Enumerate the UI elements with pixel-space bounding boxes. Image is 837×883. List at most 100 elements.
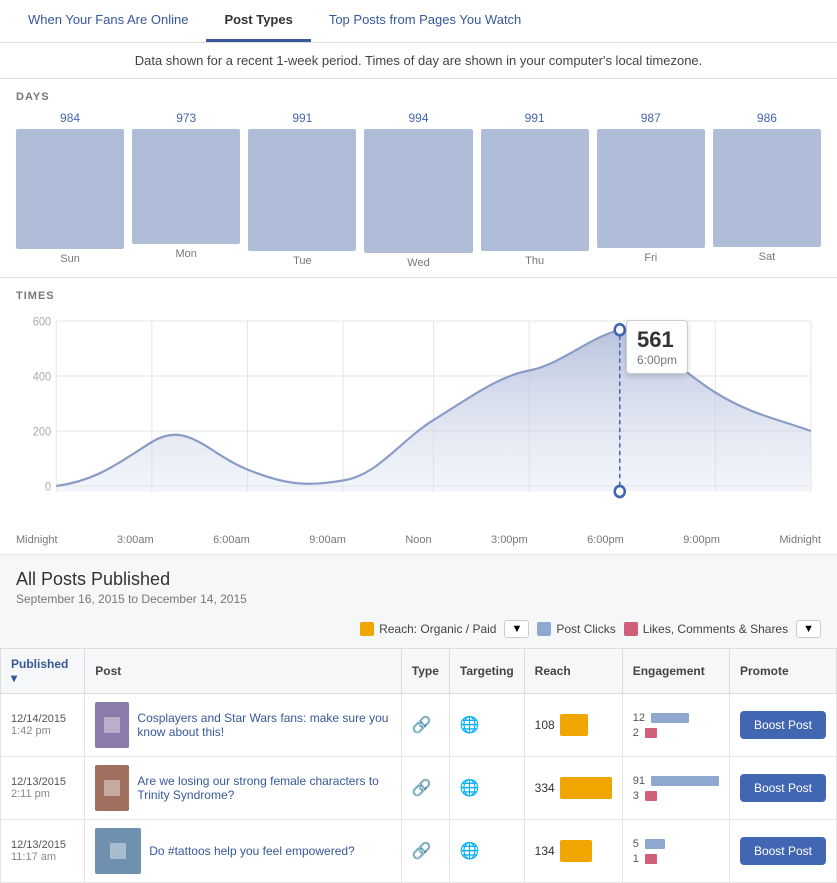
reach-bar — [560, 840, 592, 862]
post-thumb — [95, 702, 129, 748]
day-name: Mon — [176, 248, 197, 260]
day-name: Sat — [759, 251, 776, 263]
x-label-6pm: 6:00pm — [587, 534, 624, 546]
post-link[interactable]: Do #tattoos help you feel empowered? — [149, 844, 354, 858]
days-label: DAYS — [16, 91, 821, 103]
day-bar — [713, 129, 821, 247]
post-cell: Cosplayers and Star Wars fans: make sure… — [95, 702, 391, 748]
svg-text:400: 400 — [33, 371, 51, 384]
post-time: 11:17 am — [11, 851, 74, 863]
day-bar — [132, 129, 240, 244]
x-label-midnight1: Midnight — [16, 534, 58, 546]
th-type: Type — [401, 649, 449, 694]
boost-post-button[interactable]: Boost Post — [740, 774, 826, 802]
tab-post-types[interactable]: Post Types — [206, 0, 310, 42]
day-value: 984 — [60, 111, 80, 125]
info-message: Data shown for a recent 1-week period. T… — [0, 43, 837, 79]
cell-promote: Boost Post — [729, 694, 836, 757]
shares-label: Likes, Comments & Shares — [643, 622, 788, 636]
post-time: 2:11 pm — [11, 788, 74, 800]
cell-engagement: 91 3 — [622, 757, 729, 820]
posts-title: All Posts Published — [16, 569, 821, 590]
cell-date: 12/14/2015 1:42 pm — [1, 694, 85, 757]
cell-date: 12/13/2015 2:11 pm — [1, 757, 85, 820]
x-label-midnight2: Midnight — [779, 534, 821, 546]
tab-top-posts[interactable]: Top Posts from Pages You Watch — [311, 0, 539, 42]
cell-engagement: 5 1 — [622, 820, 729, 883]
reach-bar-wrap: 134 — [535, 840, 612, 862]
x-label-9am: 9:00am — [309, 534, 346, 546]
post-cell: Are we losing our strong female characte… — [95, 765, 391, 811]
cell-post: Are we losing our strong female characte… — [85, 757, 402, 820]
boost-post-button[interactable]: Boost Post — [740, 711, 826, 739]
link-type-icon: 🔗 — [412, 717, 432, 734]
chart-svg: 600 400 200 0 — [16, 310, 821, 530]
x-label-noon: Noon — [405, 534, 431, 546]
cell-type: 🔗 — [401, 757, 449, 820]
th-promote: Promote — [729, 649, 836, 694]
eng-num1: 12 — [633, 712, 645, 724]
day-col-mon: 973 Mon — [132, 111, 240, 269]
post-link[interactable]: Cosplayers and Star Wars fans: make sure… — [137, 711, 390, 739]
link-type-icon: 🔗 — [412, 780, 432, 797]
table-row: 12/13/2015 2:11 pm Are we losing our str… — [1, 757, 837, 820]
day-value: 991 — [292, 111, 312, 125]
reach-label: Reach: Organic / Paid — [379, 622, 496, 636]
globe-icon: 🌐 — [460, 843, 480, 860]
day-bar — [364, 129, 472, 253]
eng-num1: 91 — [633, 775, 645, 787]
tab-when-online[interactable]: When Your Fans Are Online — [10, 0, 206, 42]
th-engagement: Engagement — [622, 649, 729, 694]
cell-reach: 108 — [524, 694, 622, 757]
day-name: Tue — [293, 255, 312, 267]
post-thumb — [95, 828, 141, 874]
posts-table: Published ▾ Post Type Targeting Reach En… — [0, 648, 837, 883]
reach-bar-wrap: 108 — [535, 714, 612, 736]
link-type-icon: 🔗 — [412, 843, 432, 860]
x-label-3am: 3:00am — [117, 534, 154, 546]
th-published[interactable]: Published ▾ — [1, 649, 85, 694]
posts-date-range: September 16, 2015 to December 14, 2015 — [16, 592, 821, 606]
th-reach: Reach — [524, 649, 622, 694]
cell-targeting: 🌐 — [449, 757, 524, 820]
post-link[interactable]: Are we losing our strong female characte… — [137, 774, 390, 802]
day-bar — [597, 129, 705, 248]
boost-post-button[interactable]: Boost Post — [740, 837, 826, 865]
post-thumb — [95, 765, 129, 811]
cell-date: 12/13/2015 11:17 am — [1, 820, 85, 883]
globe-icon: 🌐 — [460, 717, 480, 734]
eng-row1: 12 — [633, 712, 719, 724]
reach-bar-wrap: 334 — [535, 777, 612, 799]
day-col-fri: 987 Fri — [597, 111, 705, 269]
days-section: DAYS 984 Sun 973 Mon 991 Tue 994 Wed 991… — [0, 79, 837, 278]
reach-swatch — [360, 622, 374, 636]
day-col-sat: 986 Sat — [713, 111, 821, 269]
svg-text:200: 200 — [33, 426, 51, 439]
cell-promote: Boost Post — [729, 820, 836, 883]
clicks-swatch — [537, 622, 551, 636]
day-col-thu: 991 Thu — [481, 111, 589, 269]
day-col-tue: 991 Tue — [248, 111, 356, 269]
day-value: 991 — [525, 111, 545, 125]
th-targeting: Targeting — [449, 649, 524, 694]
cell-type: 🔗 — [401, 820, 449, 883]
reach-value: 108 — [535, 718, 555, 732]
shares-dropdown-button[interactable]: ▼ — [796, 620, 821, 638]
table-row: 12/13/2015 11:17 am Do #tattoos help you… — [1, 820, 837, 883]
all-posts-header: All Posts Published September 16, 2015 t… — [0, 555, 837, 610]
day-col-sun: 984 Sun — [16, 111, 124, 269]
eng-row2: 2 — [633, 727, 719, 739]
times-label: TIMES — [16, 290, 821, 302]
legend-bar: Reach: Organic / Paid ▼ Post Clicks Like… — [0, 610, 837, 648]
day-name: Sun — [60, 253, 80, 265]
tabs-bar: When Your Fans Are Online Post Types Top… — [0, 0, 837, 43]
day-bar — [481, 129, 589, 251]
day-bar — [16, 129, 124, 249]
reach-value: 134 — [535, 844, 555, 858]
x-label-6am: 6:00am — [213, 534, 250, 546]
legend-clicks: Post Clicks — [537, 622, 615, 636]
legend-shares: Likes, Comments & Shares — [624, 622, 788, 636]
reach-value: 334 — [535, 781, 555, 795]
reach-dropdown-button[interactable]: ▼ — [504, 620, 529, 638]
day-value: 994 — [408, 111, 428, 125]
